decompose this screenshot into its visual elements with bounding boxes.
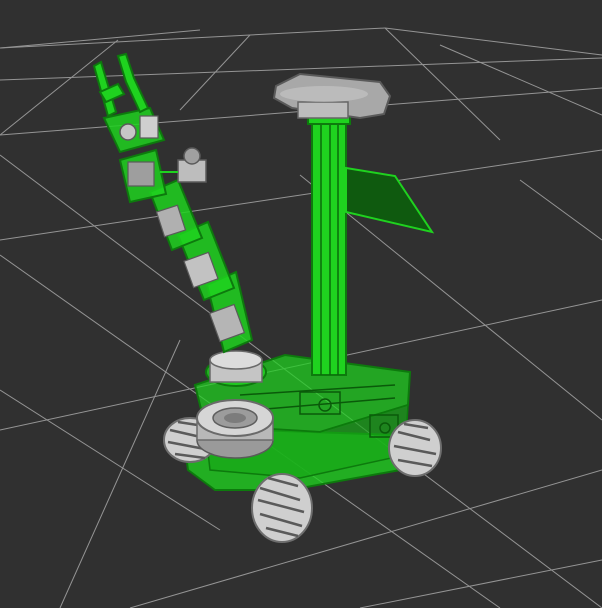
turntable [196, 399, 274, 459]
vertical-column [307, 107, 351, 376]
mecanum-wheel-front-right [388, 419, 442, 477]
arm-shoulder [205, 350, 267, 387]
3d-viewport[interactable] [0, 0, 602, 608]
mecanum-wheel-front-left [251, 473, 313, 543]
